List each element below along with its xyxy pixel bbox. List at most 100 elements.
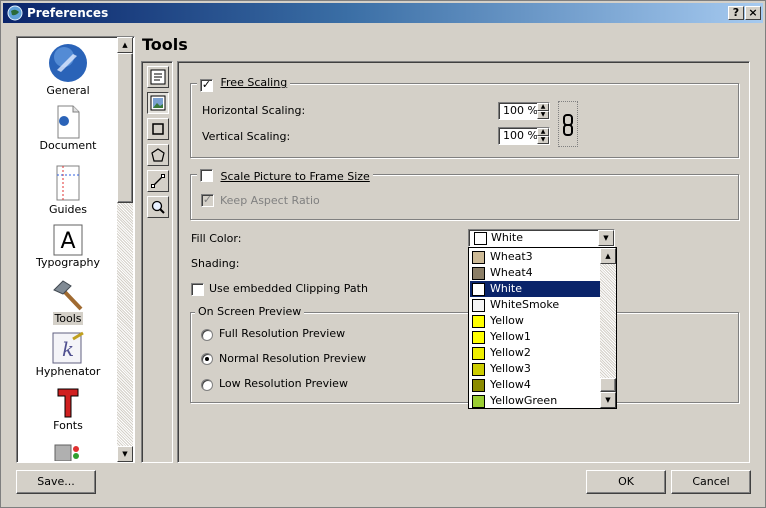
free-scaling-legend: ✓ Free Scaling xyxy=(197,76,291,92)
color-option[interactable]: Yellow1 xyxy=(470,329,601,345)
spin-down-icon[interactable]: ▼ xyxy=(537,111,549,119)
color-option[interactable]: Yellow3 xyxy=(470,361,601,377)
fill-color-label: Fill Color: xyxy=(191,232,242,245)
color-name: White xyxy=(490,282,522,295)
color-swatch xyxy=(472,299,485,312)
fill-color-select[interactable]: White ▼ xyxy=(468,229,615,247)
text-frame-icon xyxy=(150,69,166,85)
color-option[interactable]: Yellow2 xyxy=(470,345,601,361)
horizontal-scaling-spinbox[interactable]: 100 % ▲ ▼ xyxy=(498,102,550,120)
category-list[interactable]: General Document Guides A Typography Too… xyxy=(16,36,135,463)
color-name: YellowGreen xyxy=(490,394,558,407)
free-scaling-checkbox[interactable]: ✓ xyxy=(200,79,213,92)
chevron-down-icon[interactable]: ▼ xyxy=(598,230,614,246)
document-icon xyxy=(57,105,80,139)
scroll-up-icon[interactable]: ▲ xyxy=(117,37,133,53)
globe-icon xyxy=(49,44,87,82)
category-guides[interactable]: Guides xyxy=(19,165,117,216)
category-label: Typography xyxy=(36,256,100,269)
color-swatch xyxy=(472,379,485,392)
scroll-thumb[interactable] xyxy=(117,53,133,203)
scroll-up-icon[interactable]: ▲ xyxy=(600,248,616,264)
vertical-scaling-value[interactable]: 100 % xyxy=(503,129,538,142)
category-general[interactable]: General xyxy=(19,42,117,97)
ok-button[interactable]: OK xyxy=(586,470,666,494)
color-option[interactable]: Wheat4 xyxy=(470,265,601,281)
spin-up-icon[interactable]: ▲ xyxy=(537,128,549,136)
category-label: Tools xyxy=(53,312,83,325)
color-swatch xyxy=(472,267,485,280)
horizontal-scaling-label: Horizontal Scaling: xyxy=(202,104,306,117)
category-scrollbar[interactable]: ▲ ▼ xyxy=(117,37,133,462)
full-resolution-label: Full Resolution Preview xyxy=(219,327,346,340)
preview-legend: On Screen Preview xyxy=(195,305,305,318)
category-label: Guides xyxy=(48,203,88,216)
low-resolution-label: Low Resolution Preview xyxy=(219,377,348,390)
fill-color-dropdown[interactable]: Wheat3 Wheat4 White WhiteSmoke Yellow Ye… xyxy=(468,247,617,409)
cancel-button[interactable]: Cancel xyxy=(671,470,751,494)
link-scaling-button[interactable] xyxy=(558,101,578,147)
scale-frame-checkbox[interactable] xyxy=(200,169,213,182)
tab-image-frame[interactable] xyxy=(147,92,169,114)
fill-color-value: White xyxy=(491,231,523,244)
category-fonts[interactable]: Fonts xyxy=(19,387,117,432)
horizontal-scaling-value[interactable]: 100 % xyxy=(503,104,538,117)
radio-selected-dot xyxy=(205,357,209,361)
color-option-selected[interactable]: White xyxy=(470,281,601,297)
dropdown-scrollbar[interactable]: ▲ ▼ xyxy=(600,248,616,408)
full-resolution-radio[interactable] xyxy=(201,329,213,341)
scroll-down-icon[interactable]: ▼ xyxy=(117,446,133,462)
normal-resolution-label: Normal Resolution Preview xyxy=(219,352,367,365)
category-hyphenator[interactable]: k Hyphenator xyxy=(19,331,117,378)
vertical-scaling-spinbox[interactable]: 100 % ▲ ▼ xyxy=(498,127,550,145)
guides-icon xyxy=(56,165,80,201)
color-swatch xyxy=(472,395,485,408)
category-label: Hyphenator xyxy=(35,365,101,378)
scroll-thumb[interactable] xyxy=(600,378,616,392)
tab-zoom[interactable] xyxy=(147,196,169,218)
color-swatch xyxy=(472,363,485,376)
color-swatch xyxy=(472,315,485,328)
color-option[interactable]: WhiteSmoke xyxy=(470,297,601,313)
help-button[interactable]: ? xyxy=(728,6,744,20)
category-label: Document xyxy=(39,139,97,152)
color-option[interactable]: Yellow4 xyxy=(470,377,601,393)
shape-icon xyxy=(152,123,164,135)
color-swatch xyxy=(472,283,485,296)
category-document[interactable]: Document xyxy=(19,105,117,152)
save-button[interactable]: Save... xyxy=(16,470,96,494)
normal-resolution-radio[interactable] xyxy=(201,353,213,365)
keep-aspect-label: Keep Aspect Ratio xyxy=(220,194,320,207)
title-bar: Preferences ? × xyxy=(3,3,763,23)
color-swatch xyxy=(472,347,485,360)
polygon-icon xyxy=(151,148,165,162)
tab-shape[interactable] xyxy=(147,118,169,140)
clipping-checkbox[interactable] xyxy=(191,283,204,296)
free-scaling-label: Free Scaling xyxy=(220,76,288,89)
scroll-down-icon[interactable]: ▼ xyxy=(600,392,616,408)
spin-up-icon[interactable]: ▲ xyxy=(537,103,549,111)
svg-text:A: A xyxy=(60,229,75,254)
hammer-icon xyxy=(53,280,83,311)
color-option[interactable]: YellowGreen xyxy=(470,393,601,409)
close-button[interactable]: × xyxy=(745,6,761,20)
color-option[interactable]: Wheat3 xyxy=(470,249,601,265)
category-tools[interactable]: Tools xyxy=(19,278,117,325)
clipping-label: Use embedded Clipping Path xyxy=(209,282,368,295)
app-globe-icon xyxy=(7,5,23,21)
category-typography[interactable]: A Typography xyxy=(19,224,117,269)
tab-text-frame[interactable] xyxy=(147,66,169,88)
tab-polygon[interactable] xyxy=(147,144,169,166)
vertical-scaling-label: Vertical Scaling: xyxy=(202,130,291,143)
keep-aspect-checkbox[interactable]: ✓ xyxy=(201,194,214,207)
tab-line[interactable] xyxy=(147,170,169,192)
low-resolution-radio[interactable] xyxy=(201,379,213,391)
color-option[interactable]: Yellow xyxy=(470,313,601,329)
shading-label: Shading: xyxy=(191,257,240,270)
color-name: Yellow4 xyxy=(490,378,531,391)
hyphenator-icon: k xyxy=(52,331,84,364)
display-icon xyxy=(54,444,79,461)
image-frame-icon xyxy=(150,95,166,111)
category-next[interactable] xyxy=(19,441,117,461)
spin-down-icon[interactable]: ▼ xyxy=(537,136,549,144)
